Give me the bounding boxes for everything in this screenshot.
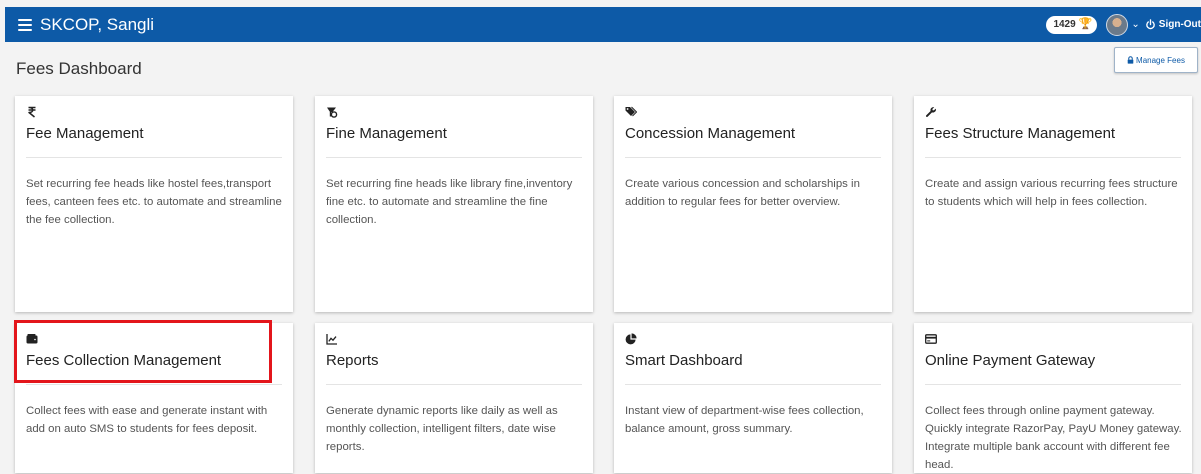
card-fees-collection-management[interactable]: Fees Collection Management Collect fees … bbox=[15, 323, 293, 473]
rupee-icon bbox=[28, 106, 36, 118]
points-badge[interactable]: 1429 🏆 bbox=[1046, 15, 1098, 34]
card-title: Concession Management bbox=[625, 125, 796, 142]
card-divider bbox=[925, 384, 1181, 385]
card-smart-dashboard[interactable]: Smart Dashboard Instant view of departme… bbox=[614, 323, 892, 473]
card-title: Fine Management bbox=[326, 125, 447, 142]
card-divider bbox=[925, 157, 1181, 158]
card-online-payment-gateway[interactable]: Online Payment Gateway Collect fees thro… bbox=[914, 323, 1192, 473]
credit-card-icon bbox=[925, 334, 937, 344]
card-title: Reports bbox=[326, 352, 379, 369]
top-navbar: SKCOP, Sangli 1429 🏆 ⌄ Sign-Out bbox=[5, 7, 1201, 42]
card-description: Create various concession and scholarshi… bbox=[625, 178, 860, 208]
signout-link[interactable]: Sign-Out bbox=[1159, 19, 1201, 30]
fine-icon bbox=[327, 107, 338, 118]
card-divider bbox=[625, 157, 881, 158]
card-divider bbox=[26, 157, 282, 158]
card-title: Smart Dashboard bbox=[625, 352, 743, 369]
pie-chart-icon bbox=[625, 333, 637, 345]
wallet-icon bbox=[26, 334, 38, 344]
card-description: Set recurring fee heads like hostel fees… bbox=[26, 178, 282, 226]
card-fee-management[interactable]: Fee Management Set recurring fee heads l… bbox=[15, 96, 293, 312]
card-reports[interactable]: Reports Generate dynamic reports like da… bbox=[315, 323, 593, 473]
card-description: Instant view of department-wise fees col… bbox=[625, 405, 864, 435]
page-title: Fees Dashboard bbox=[16, 59, 142, 78]
card-concession-management[interactable]: Concession Management Create various con… bbox=[614, 96, 892, 312]
card-divider bbox=[26, 384, 282, 385]
avatar[interactable] bbox=[1106, 13, 1129, 36]
hamburger-menu-icon[interactable] bbox=[18, 18, 32, 31]
lock-icon bbox=[1127, 56, 1134, 64]
card-title: Fees Collection Management bbox=[26, 352, 222, 369]
tags-icon bbox=[625, 106, 637, 117]
card-description: Create and assign various recurring fees… bbox=[925, 178, 1178, 208]
chevron-down-icon[interactable]: ⌄ bbox=[1131, 19, 1139, 30]
card-fees-structure-management[interactable]: Fees Structure Management Create and ass… bbox=[914, 96, 1192, 312]
manage-fees-button[interactable]: Manage Fees bbox=[1114, 47, 1198, 73]
card-divider bbox=[326, 157, 582, 158]
manage-fees-label: Manage Fees bbox=[1136, 55, 1185, 65]
user-menu: 1429 🏆 ⌄ Sign-Out bbox=[1046, 7, 1201, 42]
card-title: Online Payment Gateway bbox=[925, 352, 1096, 369]
card-description: Collect fees with ease and generate inst… bbox=[26, 405, 268, 435]
card-fine-management[interactable]: Fine Management Set recurring fine heads… bbox=[315, 96, 593, 312]
power-icon[interactable] bbox=[1145, 19, 1156, 30]
card-divider bbox=[625, 384, 881, 385]
card-description: Set recurring fine heads like library fi… bbox=[326, 178, 573, 226]
card-description: Generate dynamic reports like daily as w… bbox=[326, 405, 558, 453]
app-title[interactable]: SKCOP, Sangli bbox=[40, 15, 154, 35]
points-count: 1429 bbox=[1053, 19, 1076, 30]
card-title: Fee Management bbox=[26, 125, 144, 142]
card-description: Collect fees through online payment gate… bbox=[925, 405, 1182, 471]
card-title: Fees Structure Management bbox=[925, 125, 1116, 142]
trophy-icon: 🏆 bbox=[1078, 18, 1093, 30]
card-divider bbox=[326, 384, 582, 385]
wrench-icon bbox=[926, 107, 936, 117]
line-chart-icon bbox=[326, 334, 337, 345]
